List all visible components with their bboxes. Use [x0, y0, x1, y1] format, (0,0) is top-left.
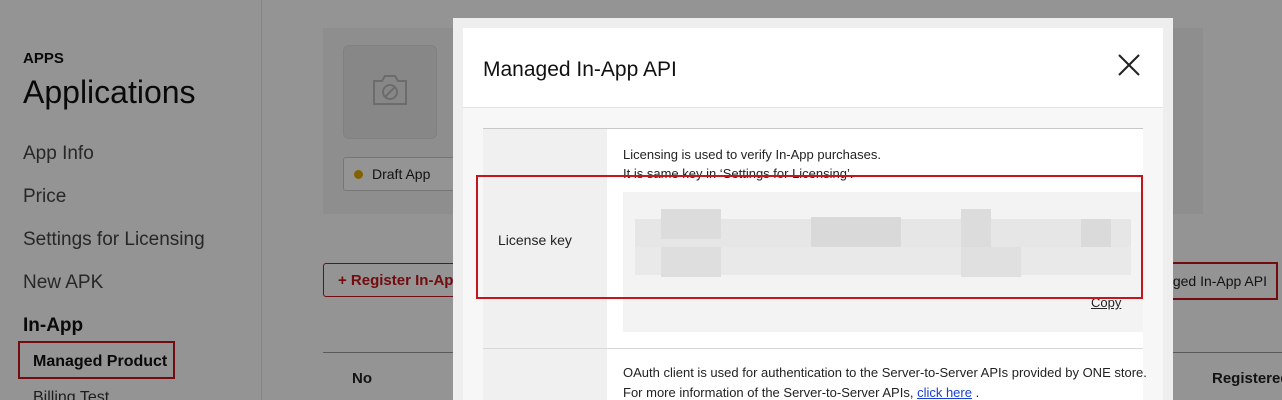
oauth-desc-prefix: For more information of the Server-to-Se… [623, 385, 918, 400]
oauth-desc-line1: OAuth client is used for authentication … [623, 365, 1147, 380]
modal-title: Managed In-App API [483, 58, 677, 81]
highlight-license-key [476, 175, 1143, 299]
click-here-link[interactable]: click here [917, 385, 972, 400]
license-desc-line1: Licensing is used to verify In-App purch… [623, 147, 881, 162]
close-icon [1118, 54, 1140, 76]
oauth-desc-line2: For more information of the Server-to-Se… [623, 385, 979, 400]
close-button[interactable] [1115, 51, 1143, 79]
row-separator [483, 348, 1143, 349]
oauth-desc-suffix: . [971, 385, 980, 400]
